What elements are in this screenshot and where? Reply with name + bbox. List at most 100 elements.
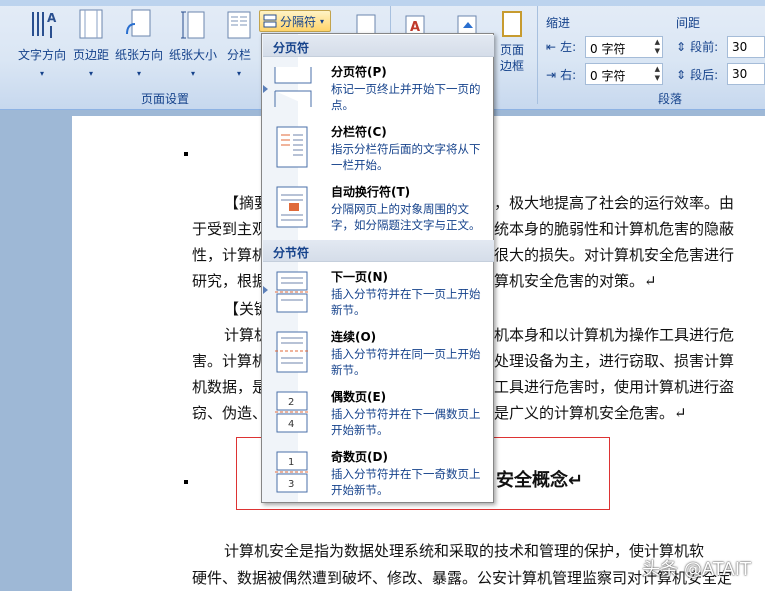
spacing-after-label: 段后:	[690, 68, 719, 82]
breaks-menu: 分页符 分页符(P) 标记一页终止并开始下一页的点。 分栏符(C) 指示分栏符后…	[261, 33, 494, 503]
page-border-icon	[500, 10, 524, 38]
menu-item-desc: 分隔网页上的对象周围的文字，如分隔题注文字与正文。	[331, 202, 481, 232]
breaks-button[interactable]: 分隔符 ▾	[259, 10, 331, 32]
indent-right-field[interactable]: 0 字符 ▲ ▼	[585, 63, 663, 85]
indent-left-icon: ⇤	[546, 39, 557, 54]
doc-line: 机本身和以计算机为操作工具进行危	[494, 326, 735, 344]
doc-line: 处理设备为主，进行窃取、损害计算	[494, 352, 735, 370]
doc-line: 是广义的计算机安全危害。↵	[494, 404, 687, 422]
menu-item-page-break[interactable]: 分页符(P) 标记一页终止并开始下一页的点。	[263, 59, 494, 119]
text-wrapping-break-icon	[273, 185, 313, 229]
doc-line: 研究，根据	[192, 272, 268, 290]
page-setup-group-label: 页面设置	[140, 92, 189, 106]
text-direction-button[interactable]: A 文字方向 ▾	[14, 8, 70, 78]
spacing-before-row: ⇕ 段前:	[676, 38, 718, 55]
watermark-text: 头条 @ATAIT	[642, 559, 751, 580]
menu-item-desc: 插入分节符并在下一页上开始新节。	[331, 287, 481, 317]
menu-item-next-page[interactable]: 下一页(N) 插入分节符并在下一页上开始新节。	[263, 264, 494, 324]
margins-label: 页边距	[72, 48, 109, 62]
doc-line: 窃、伪造、	[192, 404, 268, 422]
menu-item-even-page[interactable]: 24 偶数页(E) 插入分节符并在下一偶数页上开始新节。	[263, 384, 494, 444]
menu-item-desc: 指示分栏符后面的文字将从下一栏开始。	[331, 142, 481, 172]
menu-section-page-breaks: 分页符	[263, 35, 494, 57]
columns-icon	[224, 8, 254, 40]
menu-item-title: 偶数页(E)	[331, 390, 387, 404]
doc-line: 于受到主观	[192, 220, 268, 238]
indent-right-label: 右:	[560, 68, 577, 82]
spacing-before-label: 段前:	[690, 40, 719, 54]
indent-left-label: 左:	[560, 40, 577, 54]
menu-item-text-wrapping-break[interactable]: 自动换行符(T) 分隔网页上的对象周围的文字，如分隔题注文字与正文。	[263, 179, 494, 239]
menu-item-title: 奇数页(D)	[331, 450, 388, 464]
menu-item-title: 分栏符(C)	[331, 125, 387, 139]
svg-text:1: 1	[288, 457, 294, 468]
menu-item-desc: 标记一页终止并开始下一页的点。	[331, 82, 481, 112]
menu-item-odd-page[interactable]: 13 奇数页(D) 插入分节符并在下一奇数页上开始新节。	[263, 444, 494, 504]
menu-item-column-break[interactable]: 分栏符(C) 指示分栏符后面的文字将从下一栏开始。	[263, 119, 494, 179]
indent-left-field[interactable]: 0 字符 ▲ ▼	[585, 36, 663, 58]
size-label: 纸张大小	[168, 48, 217, 62]
continuous-icon	[273, 330, 313, 374]
doc-line: 工具进行危害时，使用计算机进行盗	[494, 378, 735, 396]
spacing-after-row: ⇕ 段后:	[676, 66, 718, 83]
breaks-label: 分隔符	[280, 14, 317, 29]
chevron-down-icon: ▾	[88, 69, 93, 78]
text-direction-label: 文字方向	[17, 48, 66, 62]
bullet-mark	[184, 152, 188, 156]
indent-right-value: 0 字符	[590, 69, 626, 83]
paragraph-group-label: 段落	[657, 92, 682, 106]
spacing-before-field[interactable]: 30	[727, 36, 765, 58]
spacing-after-field[interactable]: 30	[727, 63, 765, 85]
chevron-down-icon: ▾	[320, 16, 325, 26]
chevron-down-icon: ▾	[190, 69, 195, 78]
orientation-button[interactable]: 纸张方向 ▾	[112, 8, 166, 78]
even-page-icon: 24	[273, 390, 313, 434]
spinner-icon[interactable]: ▲ ▼	[655, 65, 660, 83]
page-border-button[interactable]: 页面 边框	[494, 10, 530, 74]
orientation-label: 纸张方向	[114, 48, 163, 62]
column-break-icon	[273, 125, 313, 169]
page-border-label: 页面 边框	[499, 43, 524, 73]
odd-page-icon: 13	[273, 450, 313, 494]
doc-line: 性，计算机	[192, 246, 268, 264]
spacing-before-icon: ⇕	[676, 39, 687, 54]
columns-button[interactable]: 分栏 ▾	[222, 8, 256, 78]
page-break-icon	[273, 65, 313, 109]
arrow-marker	[263, 85, 268, 93]
menu-item-continuous[interactable]: 连续(O) 插入分节符并在同一页上开始新节。	[263, 324, 494, 384]
menu-item-title: 连续(O)	[331, 330, 377, 344]
menu-item-title: 自动换行符(T)	[331, 185, 411, 199]
size-icon	[178, 8, 208, 40]
bullet-mark	[184, 480, 188, 484]
doc-line: 机数据，是	[192, 378, 268, 396]
indent-right-icon: ⇥	[546, 67, 557, 82]
indent-right-row: ⇥ 右:	[546, 66, 576, 83]
chevron-down-icon: ▾	[236, 69, 241, 78]
doc-line: 统本身的脆弱性和计算机危害的隐蔽	[494, 220, 735, 238]
spacing-after-icon: ⇕	[676, 67, 687, 82]
spacing-before-value: 30	[732, 40, 748, 54]
margins-button[interactable]: 页边距 ▾	[70, 8, 112, 78]
doc-line: 计算机安全是指为数据处理系统和采取的技术和管理的保护，使计算机软	[224, 542, 705, 560]
doc-line: ，极大地提高了社会的运行效率。由	[494, 194, 735, 212]
text-direction-icon: A	[27, 8, 57, 40]
section-heading: 安全概念↵	[496, 470, 584, 491]
svg-text:2: 2	[288, 397, 294, 408]
size-button[interactable]: 纸张大小 ▾	[166, 8, 220, 78]
menu-section-section-breaks: 分节符	[263, 240, 494, 262]
spacing-label: 间距	[676, 16, 701, 30]
doc-line: 很大的损失。对计算机安全危害进行	[494, 246, 735, 264]
chevron-down-icon: ▾	[39, 69, 44, 78]
spinner-icon[interactable]: ▲ ▼	[655, 38, 660, 56]
next-page-icon	[273, 270, 313, 314]
ribbon-top-strip	[0, 0, 765, 6]
menu-item-desc: 插入分节符并在同一页上开始新节。	[331, 347, 481, 377]
svg-text:3: 3	[288, 479, 294, 490]
breaks-icon	[263, 14, 277, 28]
doc-line: 算机安全危害的对策。↵	[494, 272, 657, 290]
columns-label: 分栏	[226, 48, 251, 62]
spacing-after-value: 30	[732, 67, 748, 81]
indent-label: 缩进	[546, 16, 571, 30]
doc-line: 害。计算机	[192, 352, 268, 370]
orientation-icon	[124, 8, 154, 40]
